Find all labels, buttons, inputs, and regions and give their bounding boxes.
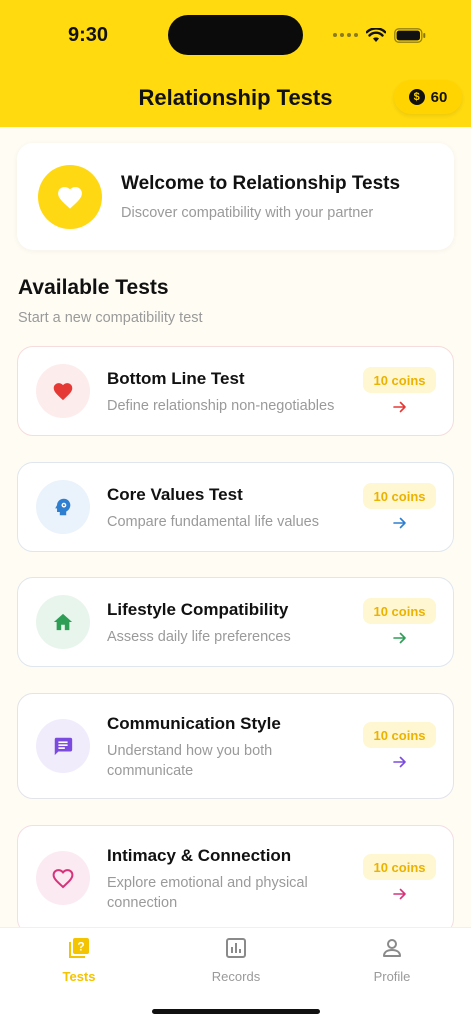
test-title: Bottom Line Test bbox=[107, 369, 245, 388]
svg-text:?: ? bbox=[77, 940, 84, 954]
test-description: Assess daily life preferences bbox=[107, 629, 291, 645]
arrow-right-icon bbox=[393, 888, 406, 900]
coin-balance: 60 bbox=[430, 88, 448, 106]
wifi-icon bbox=[366, 27, 386, 42]
cost-badge: 10 coins bbox=[363, 854, 436, 880]
welcome-title: Welcome to Relationship Tests bbox=[121, 173, 401, 194]
test-description: Define relationship non-negotiables bbox=[107, 398, 335, 414]
signal-icon bbox=[333, 33, 358, 37]
tab-records[interactable]: Records bbox=[186, 936, 286, 984]
test-title: Communication Style bbox=[107, 714, 281, 733]
arrow-right-icon bbox=[393, 517, 406, 529]
brain-head-icon bbox=[36, 480, 90, 534]
arrow-right-icon bbox=[393, 401, 406, 413]
arrow-right-icon bbox=[393, 632, 406, 644]
cost-badge: 10 coins bbox=[363, 367, 436, 393]
test-title: Intimacy & Connection bbox=[107, 846, 292, 865]
status-icons bbox=[333, 26, 426, 44]
home-indicator bbox=[152, 1009, 320, 1014]
quiz-icon: ? bbox=[69, 938, 89, 958]
cost-badge: 10 coins bbox=[363, 722, 436, 748]
arrow-right-icon bbox=[393, 756, 406, 768]
test-card-bottom-line[interactable]: Bottom Line Test Define relationship non… bbox=[17, 346, 454, 436]
dollar-coin-icon: $ bbox=[408, 89, 425, 105]
test-description: Understand how you both communicate bbox=[107, 743, 273, 779]
heart-icon bbox=[38, 165, 102, 229]
test-description: Compare fundamental life values bbox=[107, 514, 319, 530]
status-time: 9:30 bbox=[68, 24, 109, 46]
welcome-subtitle: Discover compatibility with your partner bbox=[121, 205, 374, 221]
test-title: Core Values Test bbox=[107, 485, 243, 504]
tab-label: Profile bbox=[373, 969, 411, 984]
test-card-core-values[interactable]: Core Values Test Compare fundamental lif… bbox=[17, 462, 454, 552]
home-icon bbox=[36, 595, 90, 649]
app-header: 9:30 Relationship Tests $ 60 bbox=[0, 0, 471, 127]
tab-profile[interactable]: Profile bbox=[342, 936, 442, 984]
test-card-lifestyle[interactable]: Lifestyle Compatibility Assess daily lif… bbox=[17, 577, 454, 667]
person-icon bbox=[383, 939, 401, 957]
message-icon bbox=[36, 719, 90, 773]
coin-balance-button[interactable]: $ 60 bbox=[394, 80, 462, 114]
bar-chart-icon bbox=[226, 938, 246, 958]
cost-badge: 10 coins bbox=[363, 483, 436, 509]
test-description: Explore emotional and physical connectio… bbox=[107, 875, 308, 911]
cost-badge: 10 coins bbox=[363, 598, 436, 624]
section-subtitle: Start a new compatibility test bbox=[18, 310, 203, 326]
heart-icon bbox=[36, 364, 90, 418]
welcome-card: Welcome to Relationship Tests Discover c… bbox=[17, 143, 454, 250]
test-card-communication[interactable]: Communication Style Understand how you b… bbox=[17, 693, 454, 799]
tab-label: Tests bbox=[62, 969, 96, 984]
test-card-intimacy[interactable]: Intimacy & Connection Explore emotional … bbox=[17, 825, 454, 935]
tab-tests[interactable]: ? Tests bbox=[29, 936, 129, 984]
tab-label: Records bbox=[211, 969, 261, 984]
section-title: Available Tests bbox=[18, 276, 169, 299]
battery-icon bbox=[394, 27, 426, 43]
test-title: Lifestyle Compatibility bbox=[107, 600, 289, 619]
heart-outline-icon bbox=[36, 851, 90, 905]
dynamic-island bbox=[168, 15, 303, 55]
